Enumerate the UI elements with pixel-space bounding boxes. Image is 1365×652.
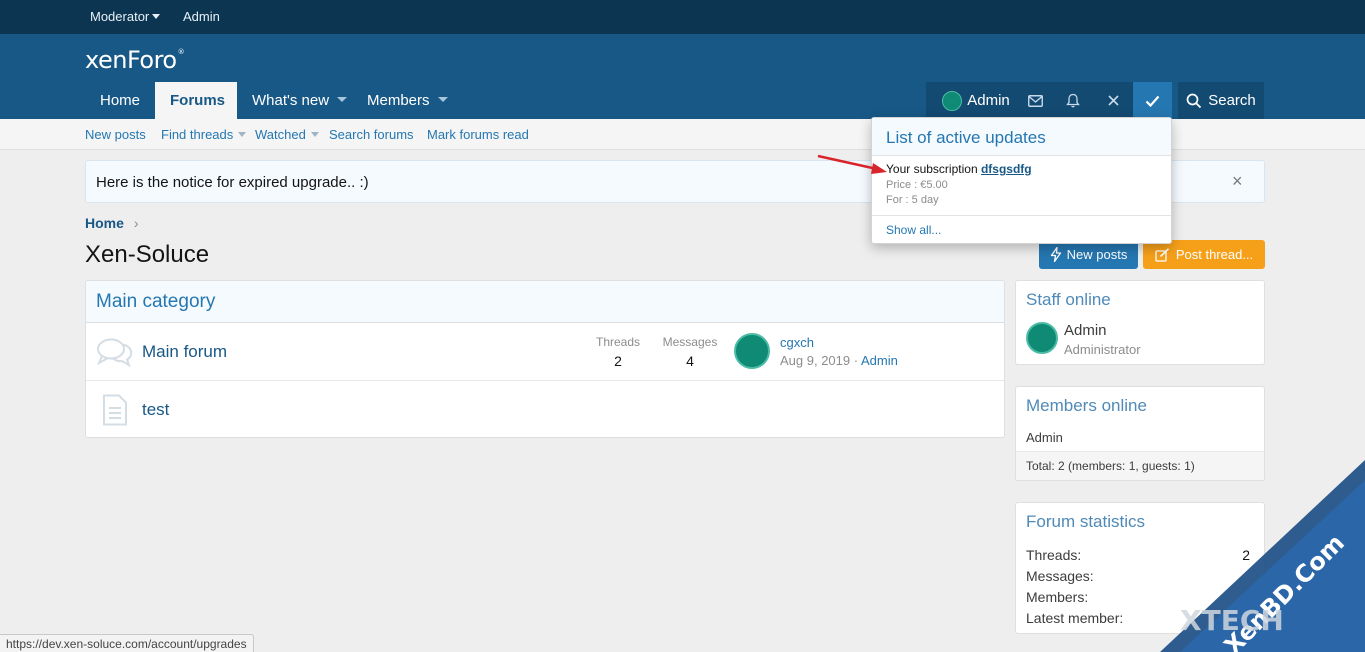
- avatar[interactable]: [734, 333, 770, 369]
- stat-latest-member-label: Latest member:: [1026, 610, 1124, 626]
- new-posts-button[interactable]: New posts: [1039, 240, 1138, 269]
- chevron-down-icon[interactable]: [337, 97, 348, 102]
- admin-link[interactable]: Admin: [183, 9, 220, 24]
- online-member[interactable]: Admin: [1026, 430, 1063, 445]
- subnav-find-threads[interactable]: Find threads: [161, 127, 247, 142]
- stat-threads-label: Threads:: [1026, 547, 1082, 563]
- forum-row: test: [86, 381, 1004, 437]
- nav-tab-home[interactable]: Home: [85, 82, 155, 119]
- moderator-menu[interactable]: Moderator: [90, 9, 161, 24]
- document-icon: [102, 394, 128, 429]
- compose-icon: [1155, 247, 1169, 262]
- active-updates-popup: List of active updates Your subscription…: [871, 117, 1172, 244]
- staff-name[interactable]: Admin: [1064, 322, 1107, 339]
- subnav-mark-read[interactable]: Mark forums read: [427, 127, 529, 142]
- user-account-bar: Admin: [926, 82, 1172, 119]
- nav-tab-members[interactable]: Members: [352, 82, 463, 119]
- subscription-link[interactable]: dfsgsdfg: [981, 162, 1032, 176]
- subnav-watched[interactable]: Watched: [255, 127, 319, 142]
- threads-stat: Threads 2: [595, 335, 641, 369]
- staff-role: Administrator: [1064, 342, 1141, 357]
- notice-close-icon[interactable]: ×: [1232, 171, 1243, 192]
- stat-threads-value: 2: [1242, 547, 1250, 563]
- popup-title: List of active updates: [872, 118, 1171, 156]
- active-updates-button[interactable]: [1133, 82, 1172, 119]
- inbox-button[interactable]: [1016, 82, 1054, 119]
- status-bar-url: https://dev.xen-soluce.com/account/upgra…: [0, 634, 254, 652]
- site-logo[interactable]: xenForo®: [85, 46, 185, 74]
- post-thread-button[interactable]: Post thread...: [1143, 240, 1265, 269]
- close-button[interactable]: [1094, 82, 1132, 119]
- chevron-right-icon: ›: [133, 215, 139, 231]
- breadcrumb: Home ›: [85, 215, 139, 231]
- widget-title[interactable]: Forum statistics: [1016, 503, 1264, 532]
- notice-text: Here is the notice for expired upgrade..…: [96, 174, 369, 191]
- stat-messages-label: Messages:: [1026, 568, 1094, 584]
- nav-tab-forums[interactable]: Forums: [155, 82, 237, 119]
- subscription-duration: For : 5 day: [886, 194, 939, 206]
- stat-members-label: Members:: [1026, 589, 1089, 605]
- subnav-search-forums[interactable]: Search forums: [329, 127, 414, 142]
- alerts-button[interactable]: [1054, 82, 1092, 119]
- latest-thread-title[interactable]: cgxch: [780, 335, 814, 350]
- page-title: Xen-Soluce: [85, 241, 210, 268]
- forum-statistics-widget: Forum statistics Threads: 2 Messages: Me…: [1015, 502, 1265, 634]
- close-icon: [1107, 95, 1119, 106]
- chevron-down-icon: [238, 132, 247, 137]
- subscription-price: Price : €5.00: [886, 179, 948, 191]
- search-icon: [1186, 93, 1202, 108]
- category-title[interactable]: Main category: [86, 281, 1004, 323]
- show-all-link[interactable]: Show all...: [872, 215, 1171, 243]
- check-icon: [1145, 95, 1160, 107]
- bell-icon: [1066, 93, 1080, 108]
- staff-online-widget: Staff online Admin Administrator: [1015, 280, 1265, 365]
- forum-title[interactable]: Main forum: [142, 342, 227, 362]
- subscription-item: Your subscription dfsgsdfg Price : €5.00…: [886, 162, 1032, 206]
- forum-row: Main forum Threads 2 Messages 4 cgxch Au…: [86, 323, 1004, 381]
- staff-bar: Moderator Admin: [0, 0, 1365, 34]
- category-block: Main category Main forum Threads 2 Messa…: [85, 280, 1005, 438]
- breadcrumb-home[interactable]: Home: [85, 215, 124, 231]
- search-button[interactable]: Search: [1178, 82, 1264, 119]
- messages-stat: Messages 4: [662, 335, 718, 369]
- chevron-down-icon: [310, 132, 319, 137]
- latest-thread-meta: Aug 9, 2019 · Admin: [780, 353, 898, 368]
- online-total: Total: 2 (members: 1, guests: 1): [1016, 451, 1264, 480]
- envelope-icon: [1027, 94, 1043, 107]
- nav-tab-whats-new[interactable]: What's new: [237, 82, 362, 119]
- forum-title[interactable]: test: [142, 400, 169, 420]
- account-button[interactable]: Admin: [934, 82, 1018, 119]
- chevron-down-icon[interactable]: [437, 97, 448, 102]
- subnav-new-posts[interactable]: New posts: [85, 127, 146, 142]
- site-header: xenForo® Home Forums What's new Members …: [0, 34, 1365, 119]
- members-online-widget: Members online Admin Total: 2 (members: …: [1015, 386, 1265, 481]
- annotation-arrow-icon: [817, 154, 887, 174]
- chat-bubbles-icon: [96, 337, 134, 370]
- bolt-icon: [1050, 247, 1061, 262]
- avatar[interactable]: [1026, 322, 1058, 354]
- avatar: [942, 90, 963, 111]
- chevron-down-icon: [152, 14, 161, 19]
- widget-title[interactable]: Staff online: [1016, 281, 1264, 310]
- widget-title[interactable]: Members online: [1016, 387, 1264, 416]
